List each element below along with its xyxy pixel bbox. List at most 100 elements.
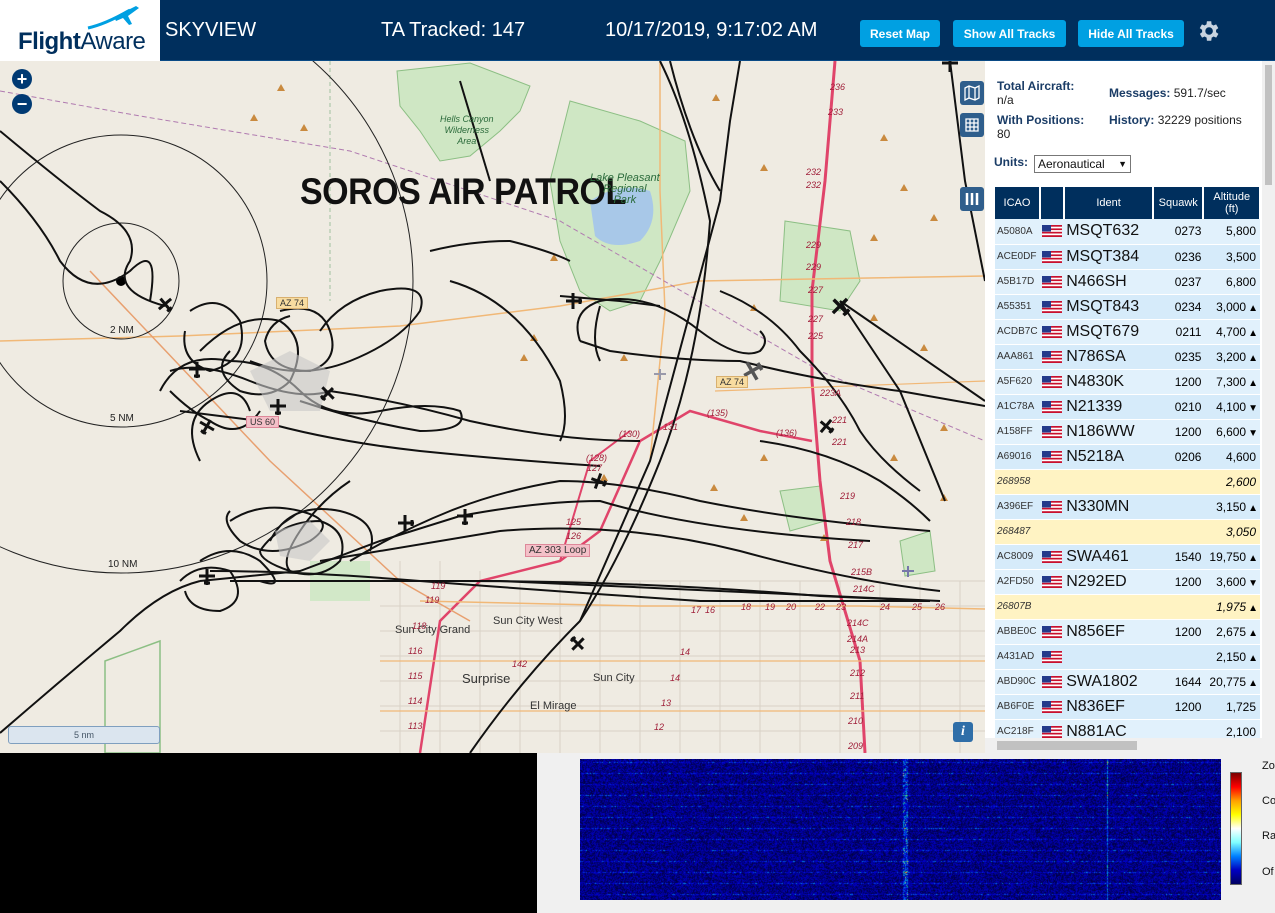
reset-map-button[interactable]: Reset Map xyxy=(860,20,940,47)
cell-icao: ACE0DF xyxy=(995,244,1040,270)
altitude-trend-icon: ▲ xyxy=(1248,377,1258,389)
cell-ident: N21339 xyxy=(1064,394,1153,420)
cell-ident: N5218A xyxy=(1064,444,1153,470)
flightaware-logo[interactable]: FlightAware xyxy=(0,0,160,61)
cell-ident: N186WW xyxy=(1064,419,1153,445)
show-all-tracks-button[interactable]: Show All Tracks xyxy=(953,20,1066,47)
altitude-value: 6,800 xyxy=(1225,274,1256,289)
offset-control-label[interactable]: Of xyxy=(1262,866,1274,878)
road-number: 22 xyxy=(815,602,826,612)
road-number: 212 xyxy=(850,668,866,678)
cell-squawk xyxy=(1153,494,1204,520)
columns-toggle-button[interactable] xyxy=(960,187,984,211)
cell-altitude: 2,150 ▲ xyxy=(1203,644,1260,670)
altitude-trend-icon: ▲ xyxy=(1248,302,1258,314)
altitude-trend-icon: ▲ xyxy=(1248,677,1258,689)
table-row[interactable]: A55351 MSQT843 0234 3,000 ▲ xyxy=(995,294,1260,320)
road-number: 19 xyxy=(765,602,776,612)
cell-squawk xyxy=(1153,469,1204,495)
cell-squawk xyxy=(1153,519,1204,545)
table-row[interactable]: ACDB7C MSQT679 0211 4,700 ▲ xyxy=(995,319,1260,345)
cell-altitude: 1,975 ▲ xyxy=(1203,594,1260,620)
sidebar-vertical-scrollbar[interactable] xyxy=(1262,61,1275,741)
cell-flag xyxy=(1039,619,1065,645)
altitude-value: 3,050 xyxy=(1225,524,1256,539)
table-row[interactable]: A396EF N330MN 3,150 ▲ xyxy=(995,494,1260,520)
table-row[interactable]: ACE0DF MSQT384 0236 3,500 xyxy=(995,244,1260,270)
col-header-ident[interactable]: Ident xyxy=(1064,187,1154,219)
place-sun-city-west: Sun City West xyxy=(493,615,563,627)
range-control-label[interactable]: Ra xyxy=(1262,830,1275,842)
info-button[interactable]: i xyxy=(953,722,973,742)
table-row[interactable]: A2FD50 N292ED 1200 3,600 ▼ xyxy=(995,569,1260,595)
history-value: 32229 positions xyxy=(1157,113,1242,127)
road-number: 114 xyxy=(408,696,423,706)
place-surprise: Surprise xyxy=(462,671,511,686)
table-row[interactable]: A158FF N186WW 1200 6,600 ▼ xyxy=(995,419,1260,445)
table-row[interactable]: ABBE0C N856EF 1200 2,675 ▲ xyxy=(995,619,1260,645)
us-flag-icon xyxy=(1041,400,1062,413)
cell-icao: ABD90C xyxy=(995,669,1040,695)
us-flag-icon xyxy=(1041,300,1062,313)
units-select[interactable]: Aeronautical xyxy=(1034,155,1131,173)
table-row[interactable]: A5F620 N4830K 1200 7,300 ▲ xyxy=(995,369,1260,395)
scrollbar-thumb[interactable] xyxy=(997,741,1137,750)
gear-icon[interactable] xyxy=(1195,18,1221,44)
cell-squawk xyxy=(1153,594,1204,620)
altitude-trend-icon: ▲ xyxy=(1248,627,1258,639)
highway-label-us60: US 60 xyxy=(246,416,280,428)
altitude-trend-icon: ▲ xyxy=(1248,502,1258,514)
road-number: 210 xyxy=(848,716,864,726)
zoom-in-button[interactable]: + xyxy=(12,69,32,89)
table-row[interactable]: A5080A MSQT632 0273 5,800 xyxy=(995,219,1260,245)
cell-flag xyxy=(1039,444,1065,470)
cell-icao: A2FD50 xyxy=(995,569,1040,595)
grid-toggle-button[interactable] xyxy=(960,113,984,137)
app-title: SKYVIEW xyxy=(165,19,257,41)
col-header-altitude[interactable]: Altitude (ft) xyxy=(1203,187,1261,219)
road-number: 13 xyxy=(661,698,672,708)
us-flag-icon xyxy=(1041,425,1062,438)
cell-squawk: 0206 xyxy=(1153,444,1204,470)
table-row[interactable]: A5B17D N466SH 0237 6,800 xyxy=(995,269,1260,295)
map-view[interactable]: + − SOROS AIR PATROL 2 NM 5 NM 10 NM Hel… xyxy=(0,61,985,753)
table-row[interactable]: AC8009 SWA461 1540 19,750 ▲ xyxy=(995,544,1260,570)
cell-altitude: 3,000 ▲ xyxy=(1203,294,1260,320)
cell-altitude: 3,500 xyxy=(1203,244,1260,270)
table-row[interactable]: AB6F0E N836EF 1200 1,725 xyxy=(995,694,1260,720)
contrast-control-label[interactable]: Co xyxy=(1262,795,1275,807)
road-number: (136) xyxy=(776,428,798,438)
hide-all-tracks-button[interactable]: Hide All Tracks xyxy=(1078,20,1184,47)
road-number: 214A xyxy=(847,634,869,644)
highway-label-az74: AZ 74 xyxy=(276,297,309,309)
cell-ident: N786SA xyxy=(1064,344,1153,370)
road-number: 232 xyxy=(806,180,822,190)
table-row[interactable]: A69016 N5218A 0206 4,600 xyxy=(995,444,1260,470)
altitude-trend-icon: ▲ xyxy=(1248,552,1258,564)
table-row[interactable]: 26807B 1,975 ▲ xyxy=(995,594,1260,620)
altitude-trend-icon: ▲ xyxy=(1248,652,1258,664)
col-header-squawk[interactable]: Squawk xyxy=(1153,187,1205,219)
sidebar-horizontal-scrollbar[interactable] xyxy=(985,738,1275,753)
logo-text: FlightAware xyxy=(18,28,146,56)
table-row[interactable]: ABD90C SWA1802 1644 20,775 ▲ xyxy=(995,669,1260,695)
table-row[interactable]: AAA861 N786SA 0235 3,200 ▲ xyxy=(995,344,1260,370)
cell-icao: A5B17D xyxy=(995,269,1040,295)
road-number: 223A xyxy=(820,388,842,398)
table-row[interactable]: 268958 2,600 xyxy=(995,469,1260,495)
col-header-icao[interactable]: ICAO xyxy=(995,187,1041,219)
table-row[interactable]: 268487 3,050 xyxy=(995,519,1260,545)
road-number: 115 xyxy=(408,671,423,681)
col-header-flag[interactable] xyxy=(1039,187,1066,219)
table-row[interactable]: A1C78A N21339 0210 4,100 ▼ xyxy=(995,394,1260,420)
waterfall-spectrogram[interactable] xyxy=(580,759,1221,900)
cell-squawk: 0211 xyxy=(1153,319,1204,345)
map-layers-button[interactable] xyxy=(960,81,984,105)
zoom-out-button[interactable]: − xyxy=(12,94,32,114)
us-flag-icon xyxy=(1041,500,1062,513)
altitude-value: 3,000 xyxy=(1216,299,1247,314)
scrollbar-thumb[interactable] xyxy=(1265,65,1272,185)
cell-squawk: 0273 xyxy=(1153,219,1204,245)
zoom-control-label[interactable]: Zo xyxy=(1262,760,1275,772)
table-row[interactable]: A431AD 2,150 ▲ xyxy=(995,644,1260,670)
